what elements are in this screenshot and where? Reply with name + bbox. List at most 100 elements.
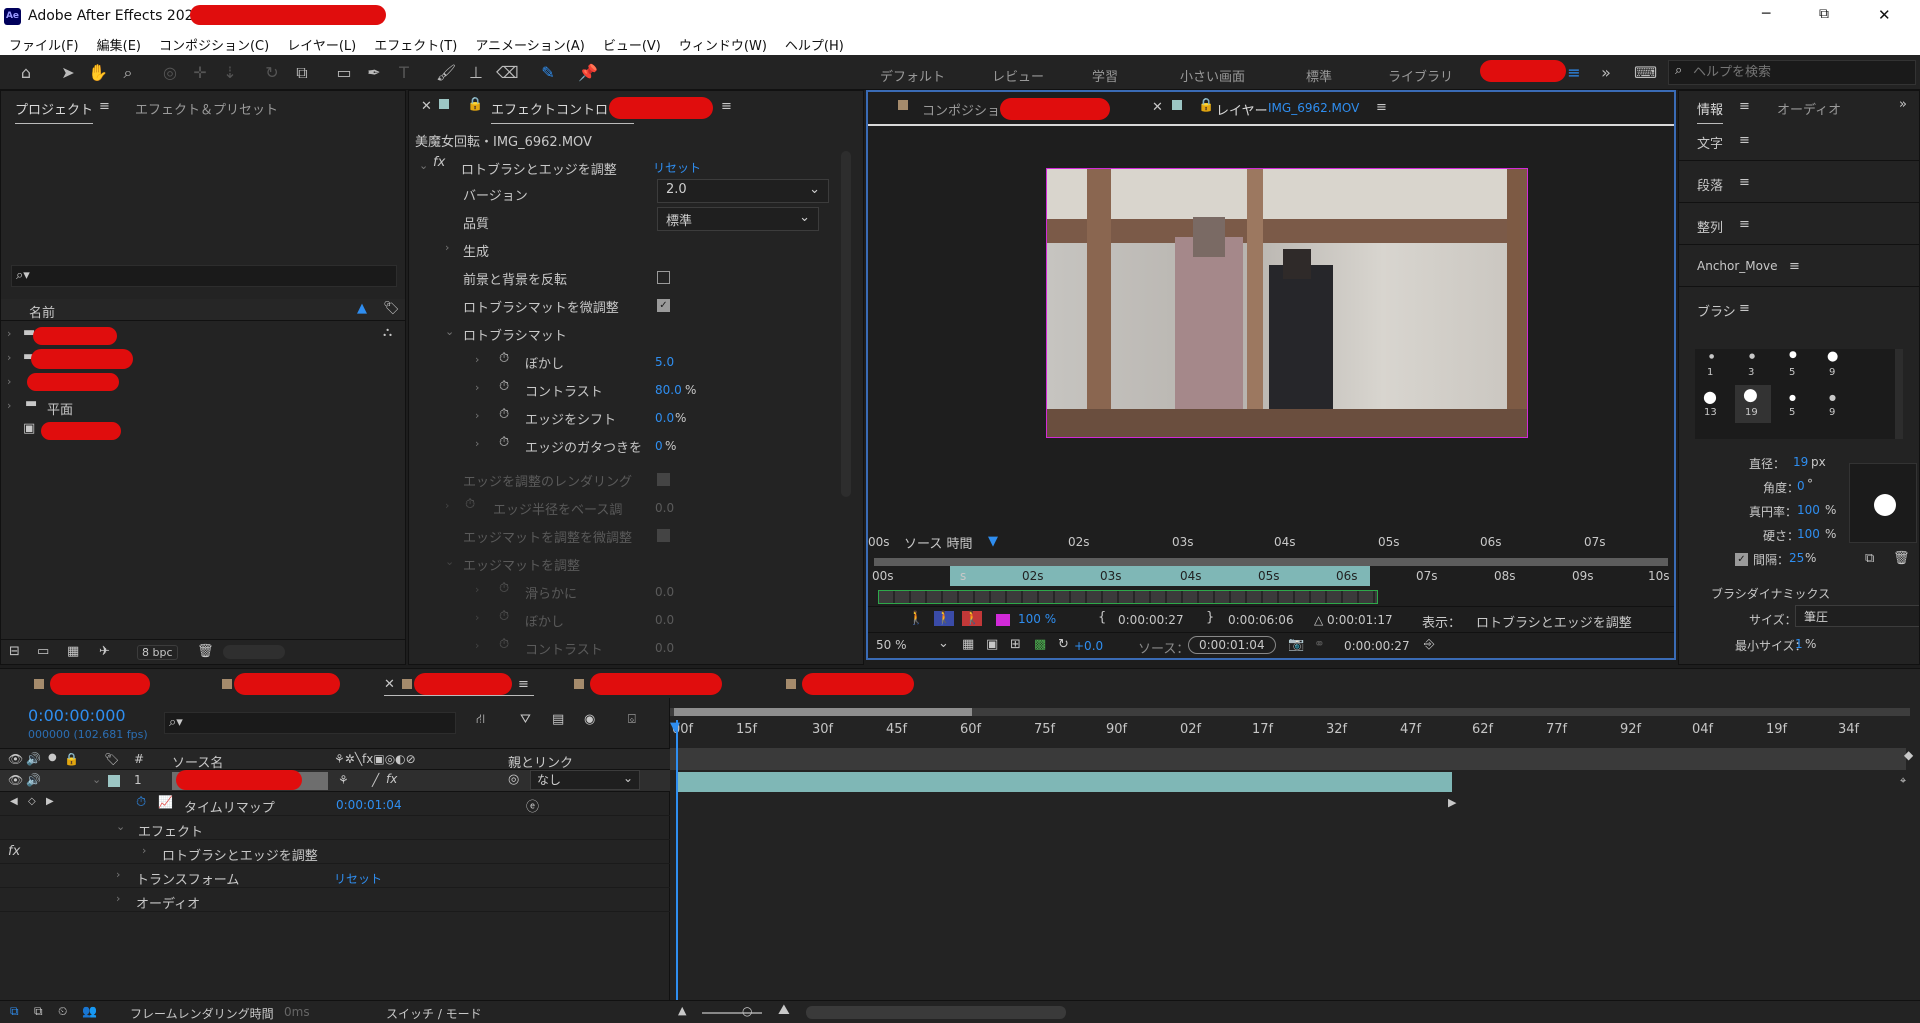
home-icon[interactable]: ⌂ <box>16 63 36 83</box>
contrast2-value[interactable]: 0.0 <box>655 641 674 655</box>
freeze-frame-icon[interactable]: ⎆ <box>1424 637 1434 652</box>
stopwatch-icon[interactable]: ⏱ <box>136 795 146 810</box>
overlay-opacity[interactable]: 100 % <box>1018 612 1056 626</box>
new-brush-icon[interactable]: ⧉ <box>1865 551 1874 566</box>
zoom-in-icon[interactable]: ⛰ <box>778 1002 790 1018</box>
alpha-mode-icon[interactable]: 🚶 <box>962 611 983 626</box>
pen-tool-icon[interactable]: ✒ <box>364 63 384 83</box>
menu-help[interactable]: ヘルプ(H) <box>776 33 853 54</box>
playhead-marker-icon[interactable]: ▼ <box>670 720 680 735</box>
expand-chevron-icon[interactable]: › <box>116 868 120 881</box>
fx-icon[interactable]: fx <box>433 155 445 170</box>
parent-dropdown[interactable]: なし ⌄ <box>530 770 640 790</box>
hand-tool-icon[interactable]: ✋ <box>88 63 108 83</box>
workspace-small-screen[interactable]: 小さい画面 <box>1180 66 1245 85</box>
expression-icon[interactable]: ⓔ <box>526 796 539 815</box>
roundness-value[interactable]: 100 <box>1797 503 1820 517</box>
toggle-render-time-icon[interactable]: 👥 <box>82 1004 97 1018</box>
section-paragraph[interactable]: 段落 ≡ <box>1679 163 1919 203</box>
close-button[interactable]: ✕ <box>1878 6 1891 24</box>
stopwatch-icon[interactable]: ⏱ <box>499 351 509 366</box>
prop-time-remap[interactable]: ◀ ◇ ▶ ⏱ 📈 タイムリマップ 0:00:01:04 ⓔ <box>0 792 680 816</box>
span-bar[interactable] <box>950 566 1370 586</box>
prop-transform[interactable]: › トランスフォーム リセット <box>0 864 680 888</box>
tab-layer[interactable]: レイヤー <box>1216 100 1268 125</box>
keyboard-icon[interactable]: ⌨ <box>1634 63 1657 83</box>
lock-icon[interactable]: 🔒 <box>467 97 483 112</box>
prop-audio[interactable]: › オーディオ <box>0 888 680 912</box>
pick-whip-icon[interactable]: ◎ <box>508 772 519 787</box>
reset-exposure-icon[interactable]: ↻ <box>1058 637 1069 652</box>
comp-flowchart-icon[interactable]: ⛙ <box>476 712 485 729</box>
grid-icon[interactable]: ⊞ <box>1010 637 1021 652</box>
panel-menu-icon[interactable]: ≡ <box>99 99 110 114</box>
expand-chevron-icon[interactable]: › <box>116 892 120 905</box>
tab-effects-presets[interactable]: エフェクト＆プリセット <box>135 99 278 118</box>
exposure-value[interactable]: +0.0 <box>1074 639 1103 653</box>
collapse-chevron-icon[interactable]: ⌄ <box>419 159 428 172</box>
zoom-tool-icon[interactable]: ⌕ <box>118 63 138 83</box>
type-tool-icon[interactable]: T <box>394 63 414 83</box>
panel-menu-icon[interactable]: ≡ <box>518 677 529 692</box>
close-tab-icon[interactable]: ✕ <box>421 99 432 114</box>
column-name[interactable]: 名前 <box>29 302 55 321</box>
maximize-button[interactable]: ⧉ <box>1819 6 1829 22</box>
expand-chevron-icon[interactable]: › <box>475 381 479 394</box>
menu-edit[interactable]: 編集(E) <box>88 33 150 54</box>
more-panels-icon[interactable]: » <box>1899 97 1907 112</box>
quality-dropdown[interactable]: 標準 ⌄ <box>657 207 819 231</box>
time-remap-value[interactable]: 0:00:01:04 <box>336 798 402 812</box>
rectangle-tool-icon[interactable]: ▭ <box>334 63 354 83</box>
panel-menu-icon[interactable]: ≡ <box>1739 217 1750 232</box>
timecode[interactable]: 0:00:00:000 <box>28 706 126 725</box>
collapse-chevron-icon[interactable]: ⌄ <box>92 773 101 786</box>
workspace-menu-icon[interactable]: ≡ <box>1564 63 1584 83</box>
expand-chevron-icon[interactable]: › <box>7 351 11 364</box>
expand-chevron-icon[interactable]: › <box>142 844 146 857</box>
workspace-default[interactable]: デフォルト <box>880 66 945 85</box>
zoom-dropdown[interactable]: 50 % <box>876 638 907 652</box>
menu-effect[interactable]: エフェクト(T) <box>365 33 466 54</box>
keyframe-icon[interactable]: ◇ <box>28 796 36 807</box>
bpc-button[interactable]: 8 bpc <box>137 645 178 660</box>
expand-chevron-icon[interactable]: › <box>475 583 479 596</box>
expand-chevron-icon[interactable]: › <box>475 437 479 450</box>
end-marker-icon[interactable]: ◆ <box>1904 748 1913 762</box>
switch-mode-toggle[interactable]: スイッチ / モード <box>386 1005 482 1022</box>
menu-view[interactable]: ビュー(V) <box>594 33 670 54</box>
stopwatch-icon[interactable]: ⏱ <box>465 497 475 512</box>
source-time[interactable]: 0:00:01:04 <box>1188 636 1276 654</box>
hardness-value[interactable]: 100 <box>1797 527 1820 541</box>
work-area-range[interactable] <box>674 708 972 716</box>
fx-switch-icon[interactable]: fx <box>386 772 397 786</box>
project-item[interactable]: › ▬ 平面 <box>1 395 405 419</box>
feather-value[interactable]: 5.0 <box>655 355 674 369</box>
stopwatch-icon[interactable]: ⏱ <box>499 581 509 596</box>
min-size-value[interactable]: 1 <box>1795 637 1803 651</box>
new-composition-icon[interactable]: ▦ <box>67 644 79 659</box>
feather2-value[interactable]: 0.0 <box>655 613 674 627</box>
expand-chevron-icon[interactable]: › <box>7 375 11 388</box>
eraser-tool-icon[interactable]: ⌫ <box>496 63 519 83</box>
menu-layer[interactable]: レイヤー(L) <box>278 33 365 54</box>
size-dropdown[interactable]: 筆圧 <box>1795 605 1919 627</box>
reset-button[interactable]: リセット <box>653 159 701 176</box>
in-time[interactable]: 0:00:00:27 <box>1118 613 1184 627</box>
label-tag-icon[interactable]: 🏷 <box>383 301 400 316</box>
panel-menu-icon[interactable]: ≡ <box>1739 133 1750 148</box>
more-workspaces-icon[interactable]: » <box>1596 63 1616 83</box>
generate-group[interactable]: 生成 <box>463 241 489 260</box>
project-item[interactable]: › ▬ ⛬ <box>1 323 405 347</box>
zoom-slider[interactable] <box>702 1012 762 1014</box>
comp-button-icon[interactable]: ⌖ <box>1900 774 1906 788</box>
time-remap-keyframe-icon[interactable]: ▶ <box>1448 796 1456 809</box>
fine-tune-edge-checkbox[interactable] <box>657 529 670 542</box>
workspace-library[interactable]: ライブラリ <box>1388 66 1453 85</box>
zoom-out-icon[interactable]: ▲ <box>678 1004 686 1017</box>
channel-icon[interactable]: ▩ <box>1034 637 1046 652</box>
work-area-bar[interactable] <box>874 558 1668 566</box>
dolly-tool-icon[interactable]: ⇣ <box>220 63 240 83</box>
toggle-switches-icon[interactable]: ⧉ <box>10 1004 19 1019</box>
close-tab-icon[interactable]: ✕ <box>384 677 395 692</box>
panel-menu-icon[interactable]: ≡ <box>1376 100 1387 115</box>
